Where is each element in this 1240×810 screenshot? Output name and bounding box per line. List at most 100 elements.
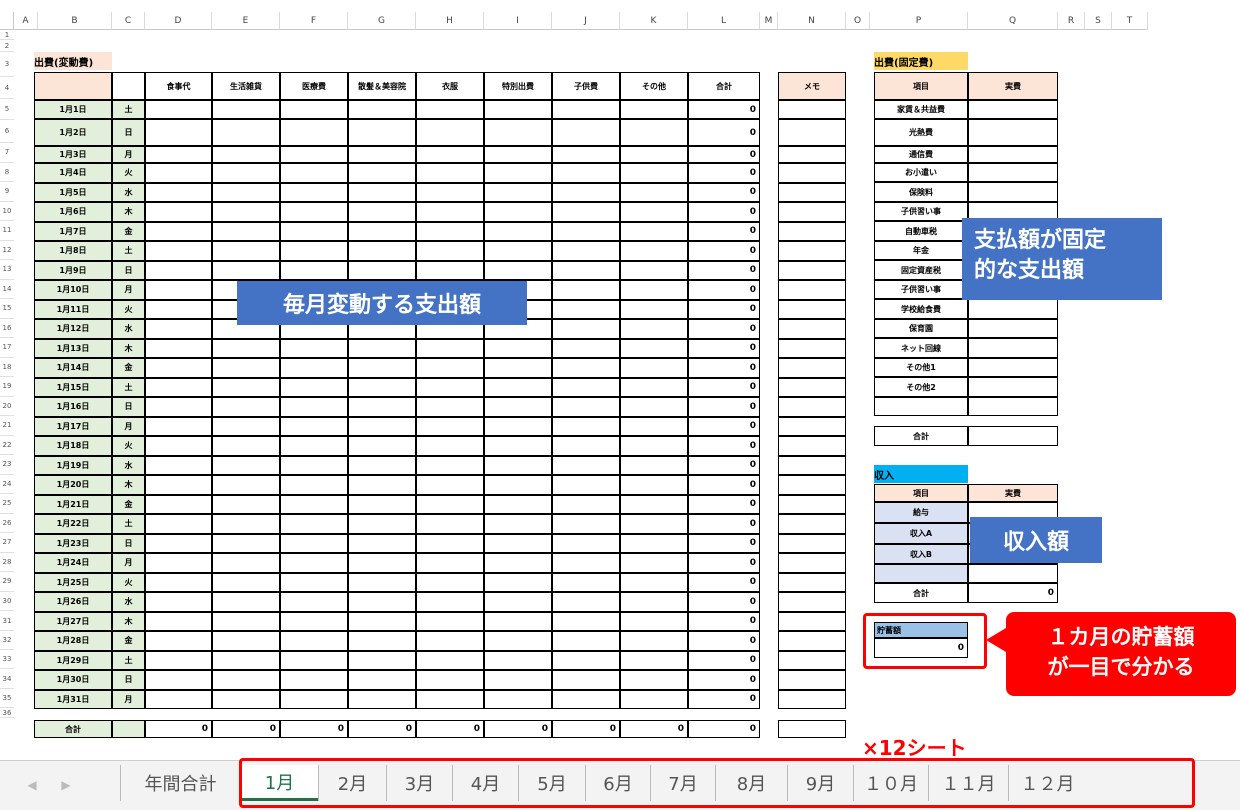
- row-header-13[interactable]: 13: [0, 260, 14, 280]
- expense-input-cell[interactable]: [348, 572, 416, 592]
- memo-cell[interactable]: [778, 514, 846, 534]
- row-header-4[interactable]: 4: [0, 77, 14, 99]
- expense-input-cell[interactable]: [552, 319, 620, 339]
- weekday-cell[interactable]: 日: [112, 119, 145, 146]
- column-header-g[interactable]: G: [348, 12, 416, 30]
- weekday-cell[interactable]: 土: [112, 650, 145, 670]
- expense-input-cell[interactable]: [348, 455, 416, 475]
- expense-input-cell[interactable]: [484, 221, 552, 241]
- row-header-3[interactable]: 3: [0, 52, 14, 77]
- expense-input-cell[interactable]: [484, 494, 552, 514]
- expense-input-cell[interactable]: [416, 119, 484, 146]
- expense-input-cell[interactable]: [212, 397, 280, 417]
- row-header-24[interactable]: 24: [0, 474, 14, 494]
- row-header-32[interactable]: 32: [0, 631, 14, 650]
- expense-input-cell[interactable]: [552, 631, 620, 651]
- memo-cell[interactable]: [778, 280, 846, 300]
- expense-input-cell[interactable]: [416, 221, 484, 241]
- row-header-2[interactable]: 2: [0, 40, 14, 52]
- expense-input-cell[interactable]: [484, 416, 552, 436]
- expense-input-cell[interactable]: [552, 514, 620, 534]
- date-cell[interactable]: 1月3日: [34, 146, 112, 163]
- weekday-cell[interactable]: 木: [112, 338, 145, 358]
- fixed-amount-input[interactable]: [968, 182, 1058, 202]
- row-header-27[interactable]: 27: [0, 533, 14, 553]
- expense-input-cell[interactable]: [348, 146, 416, 163]
- expense-input-cell[interactable]: [145, 299, 212, 319]
- expense-input-cell[interactable]: [552, 572, 620, 592]
- column-header-a[interactable]: A: [14, 12, 38, 30]
- expense-input-cell[interactable]: [348, 377, 416, 397]
- memo-cell[interactable]: [778, 397, 846, 417]
- row-header-8[interactable]: 8: [0, 162, 14, 182]
- date-cell[interactable]: 1月25日: [34, 572, 112, 592]
- select-all-corner[interactable]: [0, 12, 14, 30]
- memo-cell[interactable]: [778, 260, 846, 280]
- expense-input-cell[interactable]: [484, 533, 552, 553]
- expense-input-cell[interactable]: [552, 475, 620, 495]
- expense-input-cell[interactable]: [145, 202, 212, 222]
- date-cell[interactable]: 1月18日: [34, 436, 112, 456]
- fixed-amount-input[interactable]: [968, 146, 1058, 163]
- expense-input-cell[interactable]: [416, 689, 484, 709]
- weekday-cell[interactable]: 金: [112, 358, 145, 378]
- expense-input-cell[interactable]: [552, 436, 620, 456]
- expense-input-cell[interactable]: [280, 572, 348, 592]
- row-header-15[interactable]: 15: [0, 299, 14, 319]
- expense-input-cell[interactable]: [280, 397, 348, 417]
- row-header-22[interactable]: 22: [0, 435, 14, 455]
- expense-input-cell[interactable]: [484, 358, 552, 378]
- date-cell[interactable]: 1月12日: [34, 319, 112, 339]
- expense-input-cell[interactable]: [552, 260, 620, 280]
- weekday-cell[interactable]: 水: [112, 182, 145, 202]
- expense-input-cell[interactable]: [348, 100, 416, 119]
- expense-input-cell[interactable]: [348, 650, 416, 670]
- row-header-20[interactable]: 20: [0, 396, 14, 416]
- date-cell[interactable]: 1月19日: [34, 455, 112, 475]
- expense-input-cell[interactable]: [212, 572, 280, 592]
- expense-input-cell[interactable]: [280, 182, 348, 202]
- weekday-cell[interactable]: 火: [112, 163, 145, 183]
- expense-input-cell[interactable]: [552, 689, 620, 709]
- expense-input-cell[interactable]: [348, 670, 416, 690]
- fixed-amount-input[interactable]: [968, 377, 1058, 397]
- expense-input-cell[interactable]: [416, 260, 484, 280]
- expense-input-cell[interactable]: [552, 163, 620, 183]
- memo-cell[interactable]: [778, 611, 846, 631]
- expense-input-cell[interactable]: [348, 689, 416, 709]
- expense-input-cell[interactable]: [620, 221, 688, 241]
- expense-input-cell[interactable]: [280, 358, 348, 378]
- expense-input-cell[interactable]: [348, 260, 416, 280]
- weekday-cell[interactable]: 月: [112, 280, 145, 300]
- memo-cell[interactable]: [778, 572, 846, 592]
- expense-input-cell[interactable]: [416, 338, 484, 358]
- expense-input-cell[interactable]: [145, 475, 212, 495]
- expense-input-cell[interactable]: [416, 592, 484, 612]
- expense-input-cell[interactable]: [552, 338, 620, 358]
- row-header-25[interactable]: 25: [0, 494, 14, 514]
- weekday-cell[interactable]: 月: [112, 689, 145, 709]
- date-cell[interactable]: 1月6日: [34, 202, 112, 222]
- expense-input-cell[interactable]: [620, 241, 688, 261]
- fixed-amount-input[interactable]: [968, 299, 1058, 319]
- expense-input-cell[interactable]: [280, 689, 348, 709]
- expense-input-cell[interactable]: [212, 358, 280, 378]
- expense-input-cell[interactable]: [212, 202, 280, 222]
- expense-input-cell[interactable]: [484, 241, 552, 261]
- expense-input-cell[interactable]: [552, 280, 620, 300]
- expense-input-cell[interactable]: [280, 475, 348, 495]
- expense-input-cell[interactable]: [552, 650, 620, 670]
- scroll-tabs-right-button[interactable]: ▶: [56, 774, 76, 796]
- expense-input-cell[interactable]: [145, 650, 212, 670]
- memo-cell[interactable]: [778, 146, 846, 163]
- expense-input-cell[interactable]: [620, 670, 688, 690]
- row-header-23[interactable]: 23: [0, 455, 14, 475]
- expense-input-cell[interactable]: [620, 397, 688, 417]
- expense-input-cell[interactable]: [280, 202, 348, 222]
- fixed-amount-input[interactable]: [968, 397, 1058, 416]
- expense-input-cell[interactable]: [348, 338, 416, 358]
- expense-input-cell[interactable]: [620, 611, 688, 631]
- date-cell[interactable]: 1月7日: [34, 221, 112, 241]
- expense-input-cell[interactable]: [280, 611, 348, 631]
- expense-input-cell[interactable]: [552, 146, 620, 163]
